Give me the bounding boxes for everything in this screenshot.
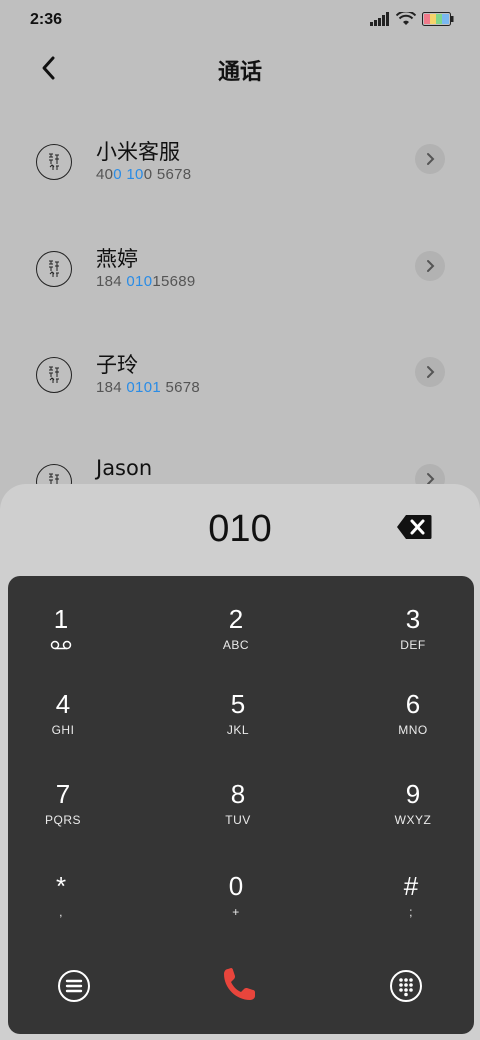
contact-item[interactable]: 小米客服 400 100 5678 xyxy=(0,136,480,226)
call-icon xyxy=(224,968,255,1000)
status-bar: 2:36 xyxy=(0,0,480,40)
key-letters: WXYZ xyxy=(394,813,432,827)
key-digit: 9 xyxy=(405,779,421,809)
header: 通话 xyxy=(0,44,480,100)
avatar xyxy=(36,357,72,393)
key-6[interactable]: 6 MNO xyxy=(348,689,478,769)
key-9[interactable]: 9 WXYZ xyxy=(348,779,478,859)
chevron-right-icon[interactable] xyxy=(415,251,445,281)
key-1[interactable]: 1 xyxy=(0,604,126,684)
key-digit: 7 xyxy=(55,779,71,809)
key-letters: , xyxy=(59,905,63,919)
backspace-icon[interactable] xyxy=(396,514,432,540)
key-digit: * xyxy=(55,871,67,901)
key-letters: JKL xyxy=(226,723,250,737)
key-star[interactable]: * , xyxy=(0,871,126,951)
key-hash[interactable]: # ; xyxy=(346,871,476,951)
key-letters: DEF xyxy=(400,638,426,652)
chevron-right-icon[interactable] xyxy=(415,144,445,174)
key-digit: # xyxy=(403,871,419,901)
key-letters: PQRS xyxy=(44,813,81,827)
avatar xyxy=(36,251,72,287)
key-digit: 3 xyxy=(405,604,421,634)
seal-avatar-icon xyxy=(49,153,59,170)
key-letters: ; xyxy=(409,905,413,919)
key-digit: 1 xyxy=(53,604,69,634)
contact-number: 184 01015689 xyxy=(96,273,196,290)
key-letters: TUV xyxy=(225,813,251,827)
dialpad-icon xyxy=(390,970,422,1002)
key-letters: GHI xyxy=(51,723,75,737)
menu-button[interactable] xyxy=(52,964,96,1008)
seal-avatar-icon xyxy=(49,260,59,277)
key-8[interactable]: 8 TUV xyxy=(173,779,303,859)
contact-name: 小米客服 xyxy=(96,140,180,164)
key-digit: 0 xyxy=(228,871,244,901)
wifi-icon xyxy=(396,12,416,25)
seal-avatar-icon xyxy=(49,366,59,383)
chevron-right-icon[interactable] xyxy=(415,357,445,387)
key-digit: 8 xyxy=(230,779,246,809)
contact-item[interactable]: 子玲 184 0101 5678 xyxy=(0,349,480,439)
key-digit: 6 xyxy=(405,689,421,719)
key-7[interactable]: 7 PQRS xyxy=(0,779,128,859)
key-digit: 5 xyxy=(230,689,246,719)
key-letters: MNO xyxy=(398,723,428,737)
page-title: 通话 xyxy=(217,60,262,85)
voicemail-icon xyxy=(50,640,72,650)
signal-icon xyxy=(370,12,389,26)
key-3[interactable]: 3 DEF xyxy=(348,604,478,684)
menu-icon xyxy=(58,970,90,1002)
contact-name: Jason xyxy=(96,456,153,480)
key-0[interactable]: 0 + xyxy=(171,871,301,951)
status-time: 2:36 xyxy=(30,11,63,28)
contact-number: 400 100 5678 xyxy=(96,166,192,183)
key-letters: + xyxy=(232,905,240,919)
dialpad-toggle-button[interactable] xyxy=(384,964,428,1008)
dialpad: 1 2 ABC 3 DEF 4 GHI 5 JKL 6 MNO 7 PQRS 8… xyxy=(8,576,474,1034)
avatar xyxy=(36,144,72,180)
key-5[interactable]: 5 JKL xyxy=(173,689,303,769)
key-digit: 4 xyxy=(55,689,71,719)
contact-item[interactable]: 燕婷 184 01015689 xyxy=(0,243,480,333)
key-letters: ABC xyxy=(222,638,250,652)
key-2[interactable]: 2 ABC xyxy=(171,604,301,684)
key-digit: 2 xyxy=(228,604,244,634)
battery-icon xyxy=(422,12,454,26)
contact-name: 子玲 xyxy=(96,353,138,377)
call-button[interactable] xyxy=(218,962,262,1006)
contact-name: 燕婷 xyxy=(96,247,138,271)
key-4[interactable]: 4 GHI xyxy=(0,689,128,769)
contact-number: 184 0101 5678 xyxy=(96,379,201,396)
status-icons xyxy=(370,12,454,26)
